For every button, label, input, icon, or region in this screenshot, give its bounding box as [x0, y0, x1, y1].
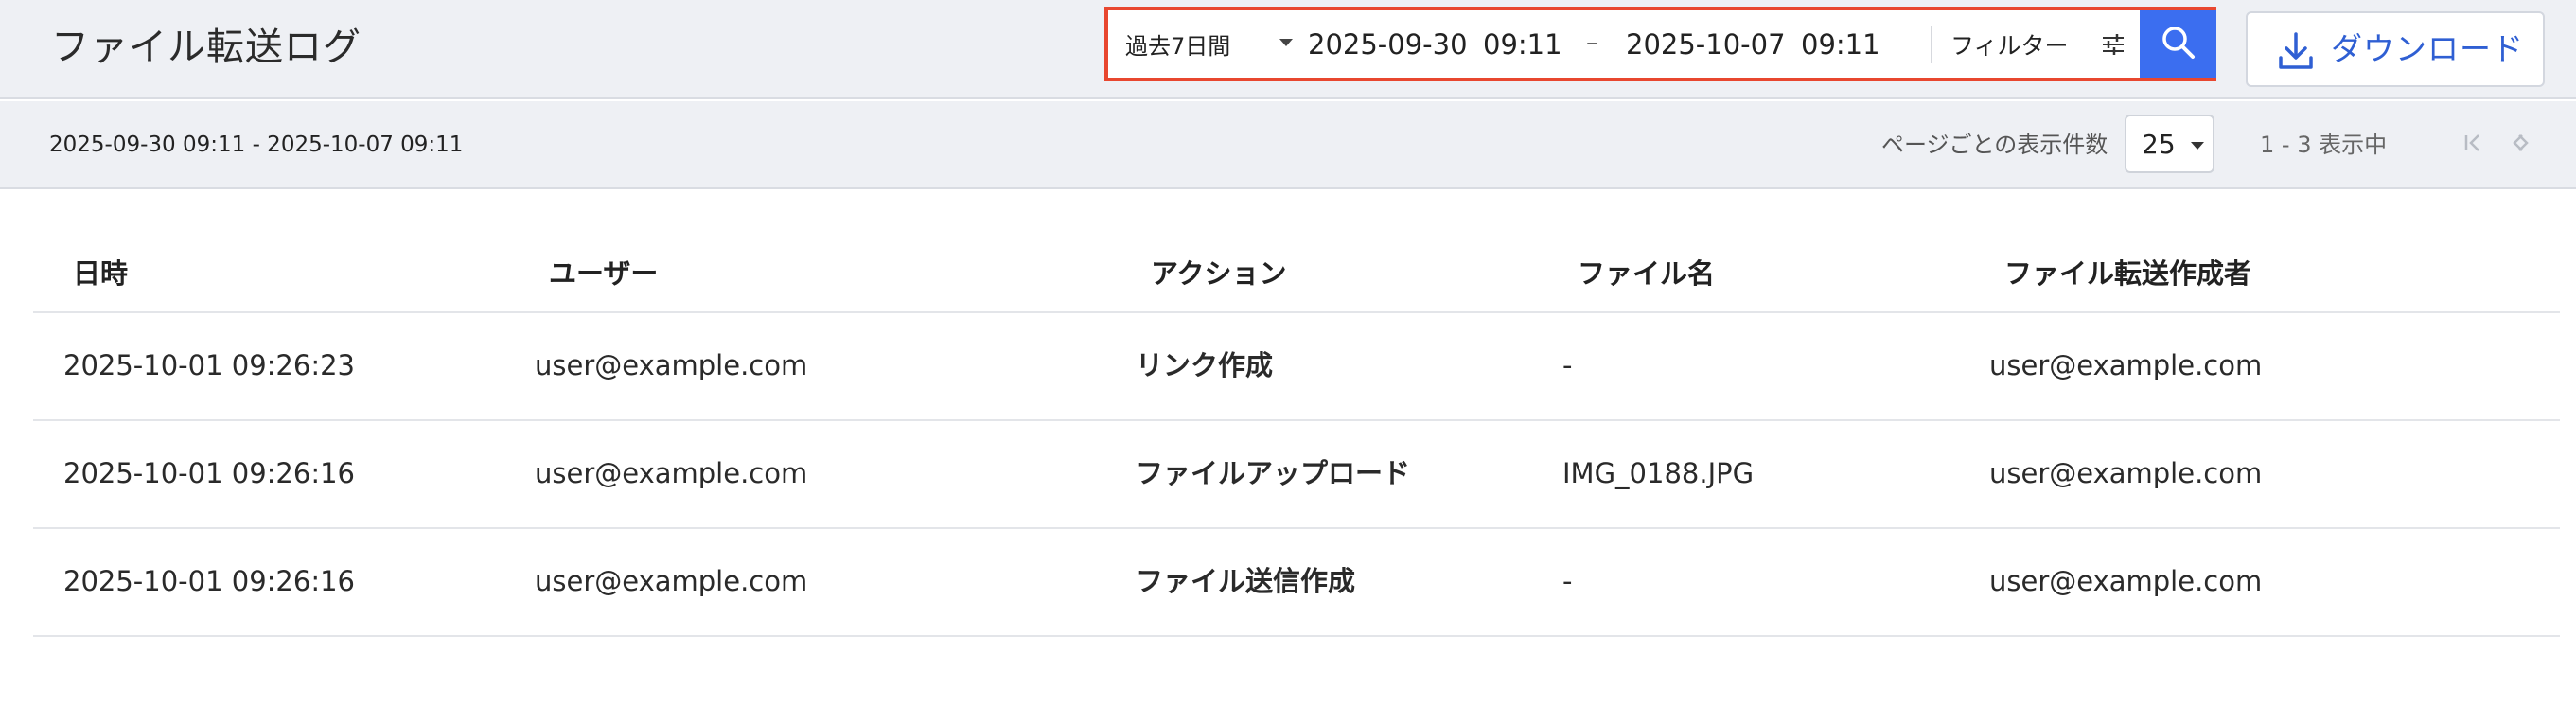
first-page-button[interactable] — [2457, 128, 2491, 162]
table-row[interactable]: 2025-10-01 09:26:16 user@example.com ファイ… — [33, 421, 2560, 529]
date-range-select-value: 過去7日間 — [1125, 33, 1231, 60]
column-header-filename[interactable]: ファイル名 — [1578, 255, 1715, 292]
cell-filename: IMG_0188.JPG — [1562, 457, 1755, 489]
cell-creator: user@example.com — [1989, 565, 2263, 597]
log-table: 日時 ユーザー アクション ファイル名 ファイル転送作成者 2025-10-01… — [33, 232, 2560, 637]
results-toolbar: 2025-09-30 09:11 - 2025-10-07 09:11 ページご… — [0, 101, 2576, 189]
next-page-arrow[interactable] — [2506, 128, 2540, 162]
range-separator: – — [1586, 28, 1598, 57]
page-title: ファイル転送ログ — [51, 26, 362, 69]
cell-creator: user@example.com — [1989, 457, 2263, 489]
divider — [1931, 26, 1932, 63]
sliders-icon — [2102, 33, 2125, 61]
chevron-down-icon — [1279, 39, 1293, 46]
first-page-icon — [2463, 133, 2484, 157]
filter-button[interactable]: フィルター — [1950, 10, 2130, 78]
cell-creator: user@example.com — [1989, 349, 2263, 381]
range-summary: 2025-09-30 09:11 - 2025-10-07 09:11 — [49, 133, 464, 157]
cell-datetime: 2025-10-01 09:26:16 — [63, 565, 355, 597]
column-header-creator[interactable]: ファイル転送作成者 — [2004, 255, 2251, 292]
per-page-label: ページごとの表示件数 — [1881, 132, 2108, 158]
cell-action: リンク作成 — [1136, 349, 1274, 381]
cell-action: ファイル送信作成 — [1136, 565, 1356, 597]
cell-user: user@example.com — [535, 565, 808, 597]
download-button-label: ダウンロード — [2331, 30, 2524, 67]
search-button[interactable] — [2140, 10, 2216, 78]
chevron-right-icon — [2513, 133, 2533, 157]
filter-button-label: フィルター — [1950, 31, 2069, 60]
end-date-field[interactable]: 2025-10-07 — [1626, 10, 1786, 78]
cell-datetime: 2025-10-01 09:26:23 — [63, 349, 355, 381]
date-range-select[interactable]: 過去7日間 — [1125, 10, 1296, 78]
end-time-field[interactable]: 09:11 — [1801, 10, 1880, 78]
search-bar: 過去7日間 2025-09-30 09:11 – 2025-10-07 09:1… — [1104, 7, 2216, 81]
cell-user: user@example.com — [535, 349, 808, 381]
page-info: 1 - 3 表示中 — [2260, 132, 2388, 158]
table-header: 日時 ユーザー アクション ファイル名 ファイル転送作成者 — [33, 232, 2560, 313]
start-date-field[interactable]: 2025-09-30 — [1308, 10, 1468, 78]
cell-user: user@example.com — [535, 457, 808, 489]
chevron-down-icon — [2191, 142, 2204, 150]
cell-filename: - — [1562, 349, 1573, 381]
search-icon — [2161, 25, 2197, 64]
column-header-datetime[interactable]: 日時 — [73, 255, 128, 292]
download-icon — [2278, 32, 2314, 74]
table-row[interactable]: 2025-10-01 09:26:16 user@example.com ファイ… — [33, 529, 2560, 637]
start-time-field[interactable]: 09:11 — [1483, 10, 1562, 78]
per-page-select[interactable]: 25 — [2125, 115, 2214, 173]
cell-datetime: 2025-10-01 09:26:16 — [63, 457, 355, 489]
cell-action: ファイルアップロード — [1136, 457, 1411, 489]
download-button[interactable]: ダウンロード — [2246, 11, 2545, 87]
column-header-action[interactable]: アクション — [1151, 255, 1287, 292]
table-row[interactable]: 2025-10-01 09:26:23 user@example.com リンク… — [33, 313, 2560, 421]
cell-filename: - — [1562, 565, 1573, 597]
top-bar: ファイル転送ログ 過去7日間 2025-09-30 09:11 – 2025-1… — [0, 0, 2576, 99]
column-header-user[interactable]: ユーザー — [549, 255, 658, 292]
per-page-value: 25 — [2142, 129, 2176, 160]
